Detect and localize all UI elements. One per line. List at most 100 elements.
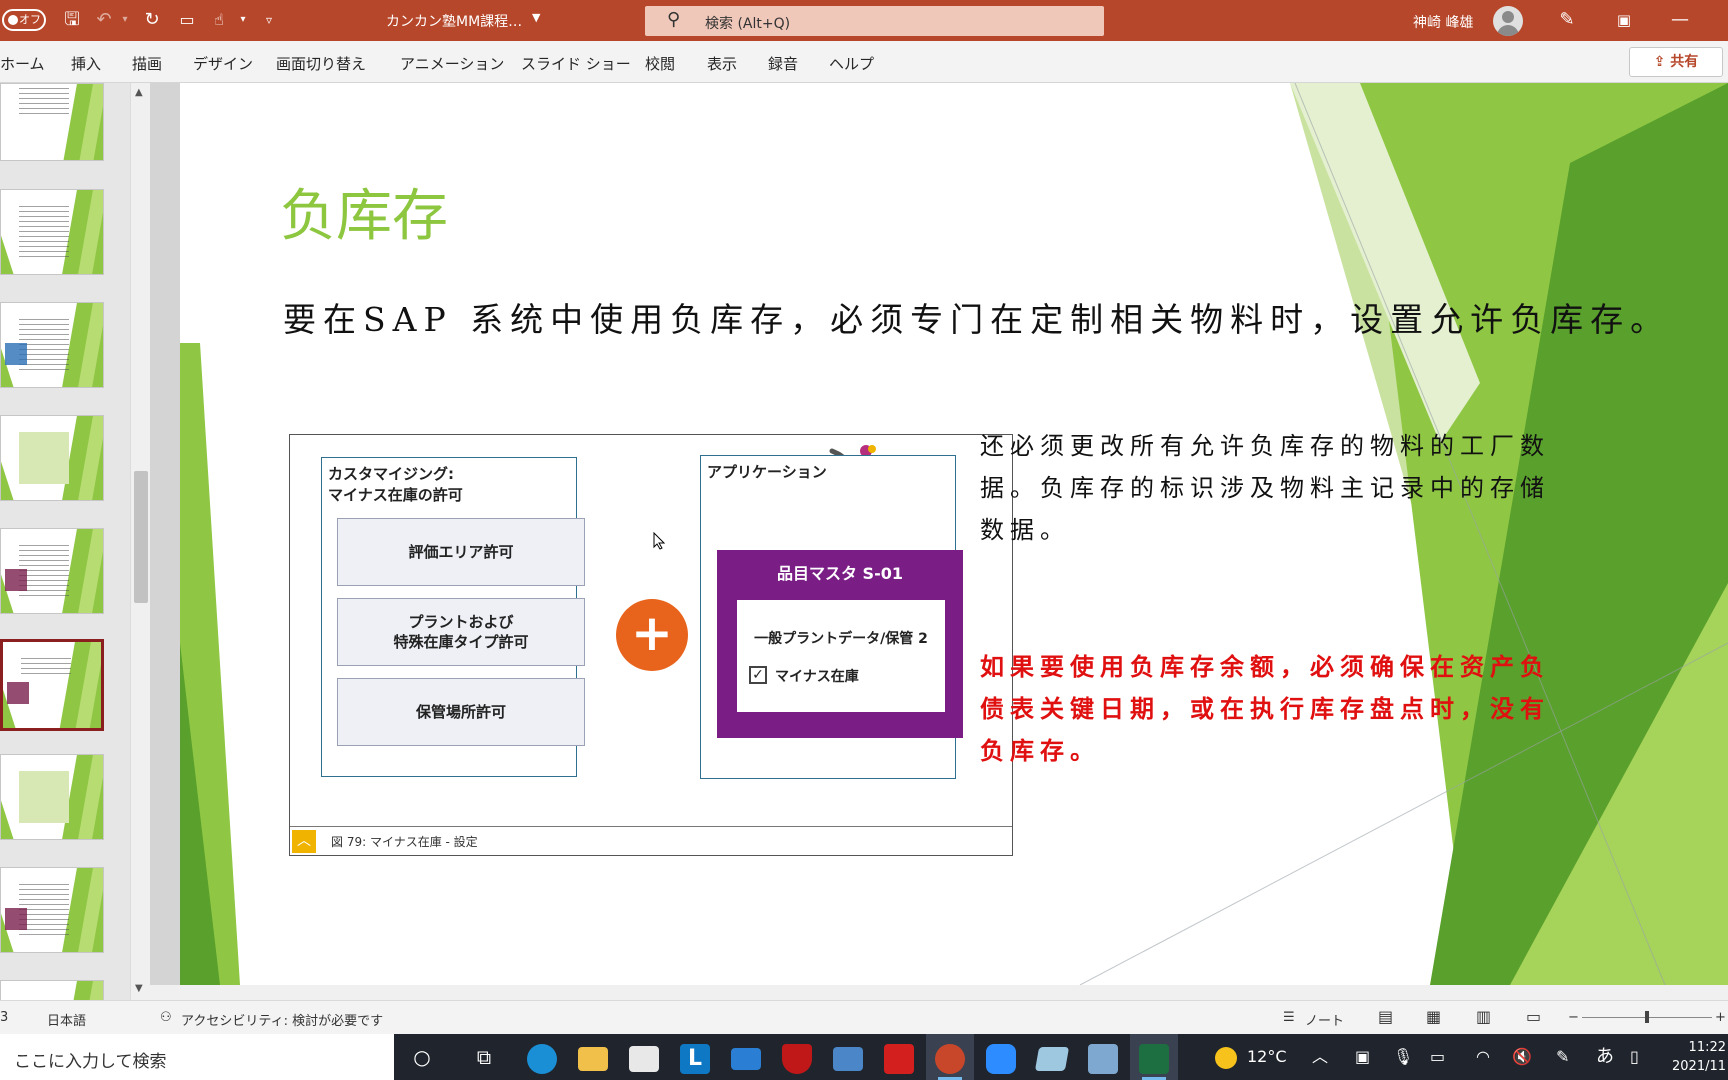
chevron-up-icon[interactable]: ︿ [1312, 1034, 1328, 1080]
autosave-toggle[interactable]: オフ [2, 9, 46, 31]
tab-record[interactable]: 録音 [768, 53, 798, 74]
zoom-slider-knob[interactable] [1645, 1011, 1649, 1023]
slide-thumbnail[interactable] [0, 754, 104, 840]
mail-icon[interactable] [722, 1034, 770, 1080]
normal-view-icon[interactable]: ▤ [1378, 1007, 1393, 1026]
chevron-up-icon: ︿ [292, 830, 316, 853]
notification-icon[interactable]: ▯ [1630, 1034, 1639, 1080]
pen-icon[interactable]: ✎ [1556, 9, 1578, 31]
edge-icon[interactable] [518, 1034, 566, 1080]
zoom-out-icon[interactable]: − [1568, 1010, 1579, 1025]
application-box: アプリケーション 品目マスタ S-01 一般プラントデータ/保管 2 ✓ マイナ… [700, 455, 963, 779]
task-view-icon[interactable]: ⧉ [460, 1034, 508, 1080]
touch-dropdown-icon[interactable]: ▾ [232, 9, 254, 31]
slide-thumbnail[interactable] [0, 867, 104, 953]
user-name[interactable]: 神崎 峰雄 [1413, 12, 1473, 32]
slideshow-view-icon[interactable]: ▭ [1526, 1007, 1541, 1026]
tab-design[interactable]: デザイン [193, 53, 253, 74]
application-title: アプリケーション [707, 463, 827, 481]
volume-muted-icon[interactable]: 🔇 [1512, 1034, 1532, 1080]
tab-draw[interactable]: 描画 [132, 53, 162, 74]
slide-thumbnail-selected[interactable] [0, 639, 104, 731]
slide-editor: 负库存 要在SAP 系统中使用负库存，必须专门在定制相关物料时，设置允许负库存。… [150, 83, 1728, 1000]
tab-review[interactable]: 校閲 [645, 53, 675, 74]
weather-widget[interactable]: 12°C [1215, 1034, 1287, 1080]
save-icon[interactable]: 🖫 [61, 9, 83, 31]
slide-canvas[interactable]: 负库存 要在SAP 系统中使用负库存，必须专门在定制相关物料时，设置允许负库存。… [180, 83, 1728, 985]
ime-mode[interactable]: あ [1596, 1034, 1614, 1080]
plant-permission-line1: プラントおよび [408, 613, 514, 631]
plant-stock-type-permission: プラントおよび 特殊在庫タイプ許可 [337, 598, 585, 666]
system-clock[interactable]: 11:22 2021/11 [1672, 1038, 1726, 1076]
slide-side-text[interactable]: 还必须更改所有允许负库存的物料的工厂数据。负库存的标识涉及物料主记录中的存储数据… [980, 425, 1568, 551]
slide-warning-text[interactable]: 如果要使用负库存余额，必须确保在资产负债表关键日期，或在执行库存盘点时，没有负库… [980, 646, 1568, 772]
scrollbar-thumb[interactable] [134, 471, 148, 603]
language-indicator[interactable]: 日本語 [47, 1010, 86, 1029]
zoom-app-icon[interactable] [977, 1034, 1025, 1080]
virtualbox-icon[interactable] [1079, 1034, 1127, 1080]
share-button[interactable]: ⇪ 共有 [1629, 47, 1723, 77]
store-icon[interactable] [620, 1034, 668, 1080]
tab-insert[interactable]: 挿入 [71, 53, 101, 74]
slide-sorter-icon[interactable]: ▦ [1426, 1007, 1441, 1026]
accessibility-status[interactable]: アクセシビリティ: 検討が必要です [181, 1010, 383, 1029]
tray-app-icon[interactable]: ▣ [1355, 1034, 1370, 1080]
slide-title[interactable]: 负库存 [280, 171, 448, 252]
thumbnail-scrollbar[interactable]: ▲ ▼ [130, 83, 150, 1000]
chevron-down-icon[interactable]: ▼ [532, 11, 540, 24]
slide-main-text[interactable]: 要在SAP 系统中使用负库存，必须专门在定制相关物料时，设置允许负库存。 [283, 293, 1670, 341]
slide-number: 3 [0, 1010, 9, 1025]
powerpoint-taskbar-icon[interactable] [926, 1034, 974, 1080]
autosave-label: オフ [19, 13, 41, 26]
wifi-icon[interactable]: ◠ [1476, 1034, 1490, 1080]
touch-mode-icon[interactable]: ☝ [208, 9, 230, 31]
avatar[interactable] [1493, 6, 1523, 36]
taskbar-search-placeholder: ここに入力して検索 [14, 1052, 167, 1072]
tab-view[interactable]: 表示 [707, 53, 737, 74]
slide-thumbnail[interactable] [0, 83, 104, 161]
scroll-up-icon[interactable]: ▲ [135, 87, 143, 98]
battery-icon[interactable]: ▭ [1430, 1034, 1445, 1080]
notepad-icon[interactable] [1028, 1034, 1076, 1080]
notes-button[interactable]: ノート [1305, 1010, 1344, 1029]
title-bar: オフ 🖫 ↶ ▾ ↻ ▭ ☝ ▾ ▿ カンカン塾MM課程… ▼ ⚲ 検索 (Al… [0, 0, 1728, 41]
tab-animations[interactable]: アニメーション [400, 53, 504, 74]
minimize-icon[interactable]: — [1669, 9, 1691, 31]
horizontal-scrollbar[interactable] [150, 985, 1728, 1000]
customize-toolbar-icon[interactable]: ▿ [258, 9, 280, 31]
zoom-in-icon[interactable]: + [1715, 1010, 1726, 1025]
mcafee-icon[interactable] [773, 1034, 821, 1080]
tab-home[interactable]: ホーム [0, 53, 45, 74]
task-manager-icon[interactable] [824, 1034, 872, 1080]
material-master-content: 一般プラントデータ/保管 2 ✓ マイナス在庫 [737, 600, 945, 712]
slide-thumbnail[interactable] [0, 189, 104, 275]
cortana-icon[interactable]: ○ [398, 1034, 446, 1080]
slide-thumbnail[interactable] [0, 302, 104, 388]
undo-dropdown-icon[interactable]: ▾ [114, 9, 136, 31]
customizing-box-label: カスタマイジング: マイナス在庫の許可 [328, 464, 463, 506]
clock-date: 2021/11 [1672, 1059, 1727, 1074]
undo-icon[interactable]: ↶ [93, 9, 115, 31]
reading-view-icon[interactable]: ▥ [1476, 1007, 1491, 1026]
acrobat-icon[interactable] [875, 1034, 923, 1080]
slide-thumbnail[interactable] [0, 528, 104, 614]
search-icon: ⚲ [667, 9, 681, 30]
redo-icon[interactable]: ↻ [141, 9, 163, 31]
ribbon-display-icon[interactable]: ▣ [1613, 9, 1635, 31]
figure-image[interactable]: カスタマイジング: マイナス在庫の許可 評価エリア許可 プラントおよび 特殊在庫タイ… [289, 434, 1013, 856]
tab-transitions[interactable]: 画面切り替え [276, 53, 366, 74]
lync-icon[interactable]: L [671, 1034, 719, 1080]
pen-workspace-icon[interactable]: ✎ [1556, 1034, 1569, 1080]
file-explorer-icon[interactable] [569, 1034, 617, 1080]
excel-icon[interactable] [1130, 1034, 1178, 1080]
microphone-icon[interactable]: 🎙 [1393, 1034, 1413, 1080]
tab-slideshow[interactable]: スライド ショー [521, 53, 631, 74]
slide-thumbnail[interactable] [0, 415, 104, 501]
tab-help[interactable]: ヘルプ [829, 53, 874, 74]
scroll-down-icon[interactable]: ▼ [135, 983, 143, 994]
customizing-subtitle: マイナス在庫の許可 [328, 486, 463, 504]
present-icon[interactable]: ▭ [176, 9, 198, 31]
taskbar-search-box[interactable]: ここに入力して検索 [0, 1034, 394, 1080]
search-box[interactable]: ⚲ 検索 (Alt+Q) [645, 6, 1104, 36]
document-title[interactable]: カンカン塾MM課程… [386, 11, 522, 31]
